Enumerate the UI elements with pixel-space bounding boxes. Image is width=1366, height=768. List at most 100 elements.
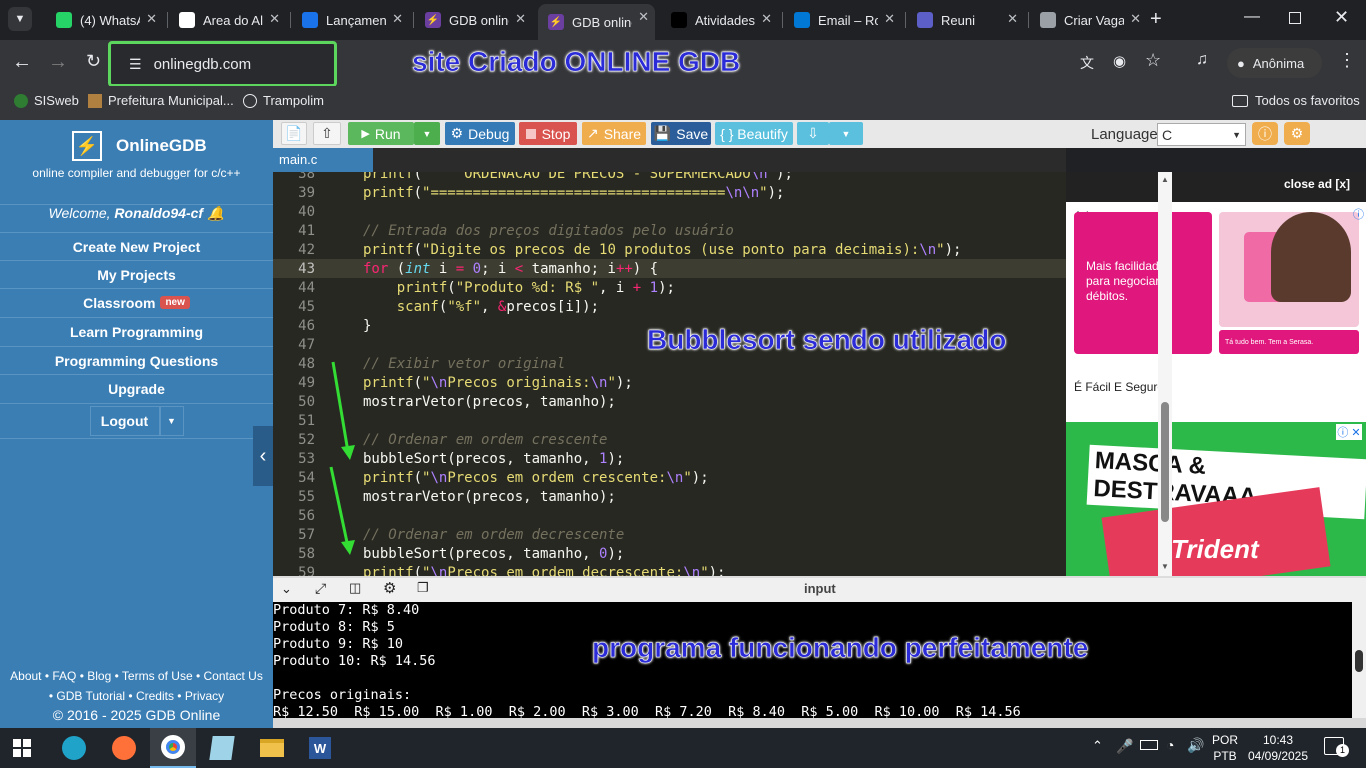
close-tab-icon[interactable]: ✕ [1130,11,1141,27]
close-tab-icon[interactable]: ✕ [392,11,403,27]
restore-button[interactable] [1289,12,1301,24]
microphone-icon[interactable]: 🎤 [1116,738,1133,755]
settings-button[interactable]: ⚙ [1284,122,1310,145]
media-control-icon[interactable]: ♫ [1196,51,1208,69]
ad-info-icon[interactable]: ⓘ [1353,206,1364,222]
address-bar[interactable]: ☰ onlinegdb.com [108,41,337,87]
run-dropdown-icon[interactable]: ▼ [414,122,440,145]
sidebar-collapse-button[interactable]: ‹ [253,426,273,486]
new-file-button[interactable]: 📄 [281,122,307,145]
file-explorer-icon[interactable] [258,734,286,762]
share-button[interactable]: ↗ Share [582,122,646,145]
notes-app-icon[interactable] [208,734,236,762]
close-ad-link[interactable]: close ad [x] [1284,177,1350,191]
browser-tab[interactable]: Criar Vaga ✕ [1030,6,1147,34]
language-select[interactable]: C ▼ [1157,123,1246,146]
ad-scroll-down-icon[interactable]: ▼ [1161,562,1169,571]
close-tab-icon[interactable]: ✕ [638,9,649,25]
clock[interactable]: 10:43 04/09/2025 [1246,732,1310,764]
forward-icon[interactable]: → [48,51,68,74]
bookmark-prefeitura[interactable]: Prefeitura Municipal... [88,93,234,108]
logout-button[interactable]: Logout [89,406,160,436]
info-button[interactable]: ⓘ [1252,122,1278,145]
fullscreen-icon[interactable]: ⤢ [315,580,326,597]
console-scrollbar[interactable] [1352,602,1366,718]
new-tab-button[interactable]: + [1150,8,1162,31]
settings-icon[interactable]: ⚙ [383,579,396,597]
show-hidden-icons[interactable]: ⌃ [1092,738,1103,754]
reload-icon[interactable]: ↻ [86,51,101,72]
create-new-project-link[interactable]: Create New Project [0,232,273,260]
learn-programming-link[interactable]: Learn Programming [0,317,273,345]
browser-tab[interactable]: (4) WhatsApp ✕ [46,6,163,34]
close-tab-icon[interactable]: ✕ [146,11,157,27]
close-tab-icon[interactable]: ✕ [884,11,895,27]
close-tab-icon[interactable]: ✕ [515,11,526,27]
close-tab-icon[interactable]: ✕ [269,11,280,27]
console-output[interactable]: Produto 7: R$ 8.40 Produto 8: R$ 5 Produto… [273,602,1352,718]
save-button[interactable]: 💾 Save [651,122,711,145]
download-dropdown-icon[interactable]: ▼ [829,122,863,145]
console-scroll-thumb[interactable] [1355,650,1363,672]
battery-icon[interactable] [1140,740,1158,750]
tracking-protection-icon[interactable]: ◉ [1113,52,1126,70]
close-window-button[interactable]: ✕ [1334,7,1349,28]
layout-icon[interactable]: ◫ [349,580,361,596]
browser-tab[interactable]: Email – Ro ✕ [784,6,901,34]
edge-icon[interactable] [60,734,88,762]
footer-links-2[interactable]: • GDB Tutorial • Credits • Privacy [0,689,273,703]
incognito-profile-button[interactable]: ● Anônima [1227,48,1322,78]
debug-button[interactable]: ⚙ Debug [445,122,515,145]
code-editor[interactable]: 38 39 40 41 42 43 44 45 46 47 48 49 50 51 52 53 54 55 56 57… [273,172,1066,576]
browser-tab[interactable]: Atividades ✕ [661,6,778,34]
firefox-icon[interactable] [110,734,138,762]
footer-links-1[interactable]: About • FAQ • Blog • Terms of Use • Cont… [0,669,273,683]
wifi-icon[interactable]: ◔ [1166,737,1174,753]
bookmark-trampolim[interactable]: Trampolim [243,93,324,108]
bookmark-star-icon[interactable]: ☆ [1145,50,1161,71]
close-tab-icon[interactable]: ✕ [1007,11,1018,27]
classroom-link[interactable]: Classroom new [0,288,273,316]
browser-tab[interactable]: ⚡ GDB online ✕ [538,4,655,40]
file-tab-main[interactable]: main.c [273,148,373,172]
browser-tab[interactable]: Area do Aluno ✕ [169,6,286,34]
my-projects-link[interactable]: My Projects [0,260,273,288]
copy-output-icon[interactable]: ❐ [417,580,429,596]
bookmark-sisweb[interactable]: SISweb [14,93,79,108]
minimize-button[interactable]: — [1244,8,1260,26]
beautify-button[interactable]: { } Beautify [715,122,793,145]
stop-button[interactable]: Stop [519,122,577,145]
language-indicator[interactable]: POR PTB [1212,732,1238,764]
browser-tab[interactable]: Lançamentos ✕ [292,6,409,34]
browser-menu-icon[interactable]: ⋮ [1338,50,1356,71]
gdb-toolbar: 📄 ⇧ ▶ Run ▼ ⚙ Debug Stop ↗ Share 💾 Save { } … [273,120,1366,148]
ad-banner-info-icon[interactable]: ⓘ ✕ [1336,424,1362,440]
windows-start-icon[interactable] [8,734,36,762]
ad-scroll-up-icon[interactable]: ▲ [1161,175,1169,184]
download-button[interactable]: ⇩ [797,122,829,145]
chrome-icon[interactable] [150,728,196,768]
translate-icon[interactable]: 文 [1080,53,1094,73]
back-icon[interactable]: ← [12,51,32,74]
ad-serasa-bar[interactable]: Tá tudo bem. Tem a Serasa. [1219,330,1359,354]
browser-tab[interactable]: Reuni ✕ [907,6,1024,34]
close-tab-icon[interactable]: ✕ [761,11,772,27]
logout-dropdown-icon[interactable]: ▼ [159,406,184,436]
programming-questions-link[interactable]: Programming Questions [0,346,273,374]
volume-icon[interactable]: 🔊 [1187,737,1204,754]
ad-banner[interactable]: MASCA & DESTRAVAAA Trident [1066,422,1366,576]
all-bookmarks[interactable]: Todos os favoritos [1232,93,1360,108]
teams-icon [917,12,933,28]
browser-tab[interactable]: ⚡ GDB online ✕ [415,6,532,34]
username[interactable]: Ronaldo94-cf [114,205,203,221]
upgrade-link[interactable]: Upgrade [0,374,273,402]
collapse-output-icon[interactable]: ⌄ [281,581,292,597]
ad-scroll-thumb[interactable] [1161,402,1169,522]
run-button[interactable]: ▶ Run [348,122,414,145]
upload-file-button[interactable]: ⇧ [313,122,341,145]
gdb-logo[interactable]: ⚡ OnlineGDB [72,131,207,161]
site-info-icon[interactable]: ☰ [129,56,142,73]
tab-search-button[interactable]: ▼ [8,7,32,31]
bell-icon[interactable]: 🔔 [207,205,224,221]
word-icon[interactable]: W [306,734,334,762]
